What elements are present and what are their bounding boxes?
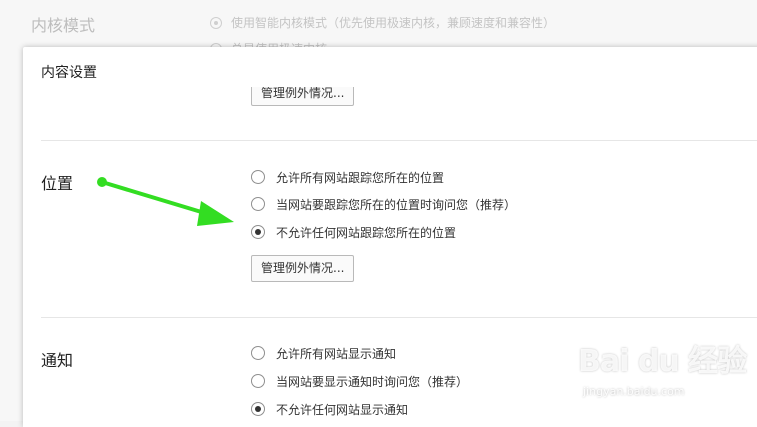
manage-exceptions-button[interactable]: 管理例外情况... bbox=[251, 255, 355, 282]
watermark-url: jingyan.baidu.com bbox=[583, 385, 685, 398]
kernel-option-smart-radio[interactable] bbox=[210, 16, 222, 29]
notification-option-ask[interactable]: 当网站要显示通知时询问您（推荐） bbox=[251, 373, 468, 389]
watermark-logo-text: Bai du 经验 bbox=[578, 344, 747, 379]
manage-exceptions-button-top[interactable]: 管理例外情况... bbox=[251, 87, 355, 106]
notification-option-allow[interactable]: 允许所有网站显示通知 bbox=[251, 345, 396, 361]
notification-option-ask-radio[interactable] bbox=[251, 374, 265, 388]
notifications-section-label: 通知 bbox=[41, 351, 74, 370]
location-option-block-label: 不允许任何网站跟踪您所在的位置 bbox=[276, 225, 457, 240]
location-option-allow-label: 允许所有网站跟踪您所在的位置 bbox=[276, 170, 445, 185]
location-section-label: 位置 bbox=[41, 174, 74, 193]
kernel-mode-label: 内核模式 bbox=[31, 16, 96, 35]
location-option-block-radio[interactable] bbox=[251, 225, 265, 239]
location-option-ask[interactable]: 当网站要跟踪您所在的位置时询问您（推荐） bbox=[251, 196, 516, 212]
kernel-option-smart-label: 使用智能内核模式（优先使用极速内核，兼顾速度和兼容性） bbox=[231, 16, 556, 30]
kernel-option-smart[interactable]: 使用智能内核模式（优先使用极速内核，兼顾速度和兼容性） bbox=[210, 14, 555, 31]
location-option-allow[interactable]: 允许所有网站跟踪您所在的位置 bbox=[251, 169, 444, 185]
notification-option-ask-label: 当网站要显示通知时询问您（推荐） bbox=[276, 374, 469, 389]
dialog-title: 内容设置 bbox=[41, 65, 97, 81]
location-option-allow-radio[interactable] bbox=[251, 170, 265, 184]
divider bbox=[41, 317, 757, 318]
location-option-ask-label: 当网站要跟踪您所在的位置时询问您（推荐） bbox=[276, 197, 517, 212]
divider bbox=[41, 140, 757, 141]
notification-option-block-label: 不允许任何网站显示通知 bbox=[276, 402, 409, 417]
notification-option-allow-label: 允许所有网站显示通知 bbox=[276, 346, 397, 361]
notification-option-allow-radio[interactable] bbox=[251, 346, 265, 360]
location-option-block[interactable]: 不允许任何网站跟踪您所在的位置 bbox=[251, 224, 456, 240]
location-option-ask-radio[interactable] bbox=[251, 197, 265, 211]
baidu-jingyan-watermark: Bai du 经验 jingyan.baidu.com bbox=[578, 336, 748, 411]
notification-option-block[interactable]: 不允许任何网站显示通知 bbox=[251, 401, 408, 417]
notification-option-block-radio[interactable] bbox=[251, 402, 265, 416]
